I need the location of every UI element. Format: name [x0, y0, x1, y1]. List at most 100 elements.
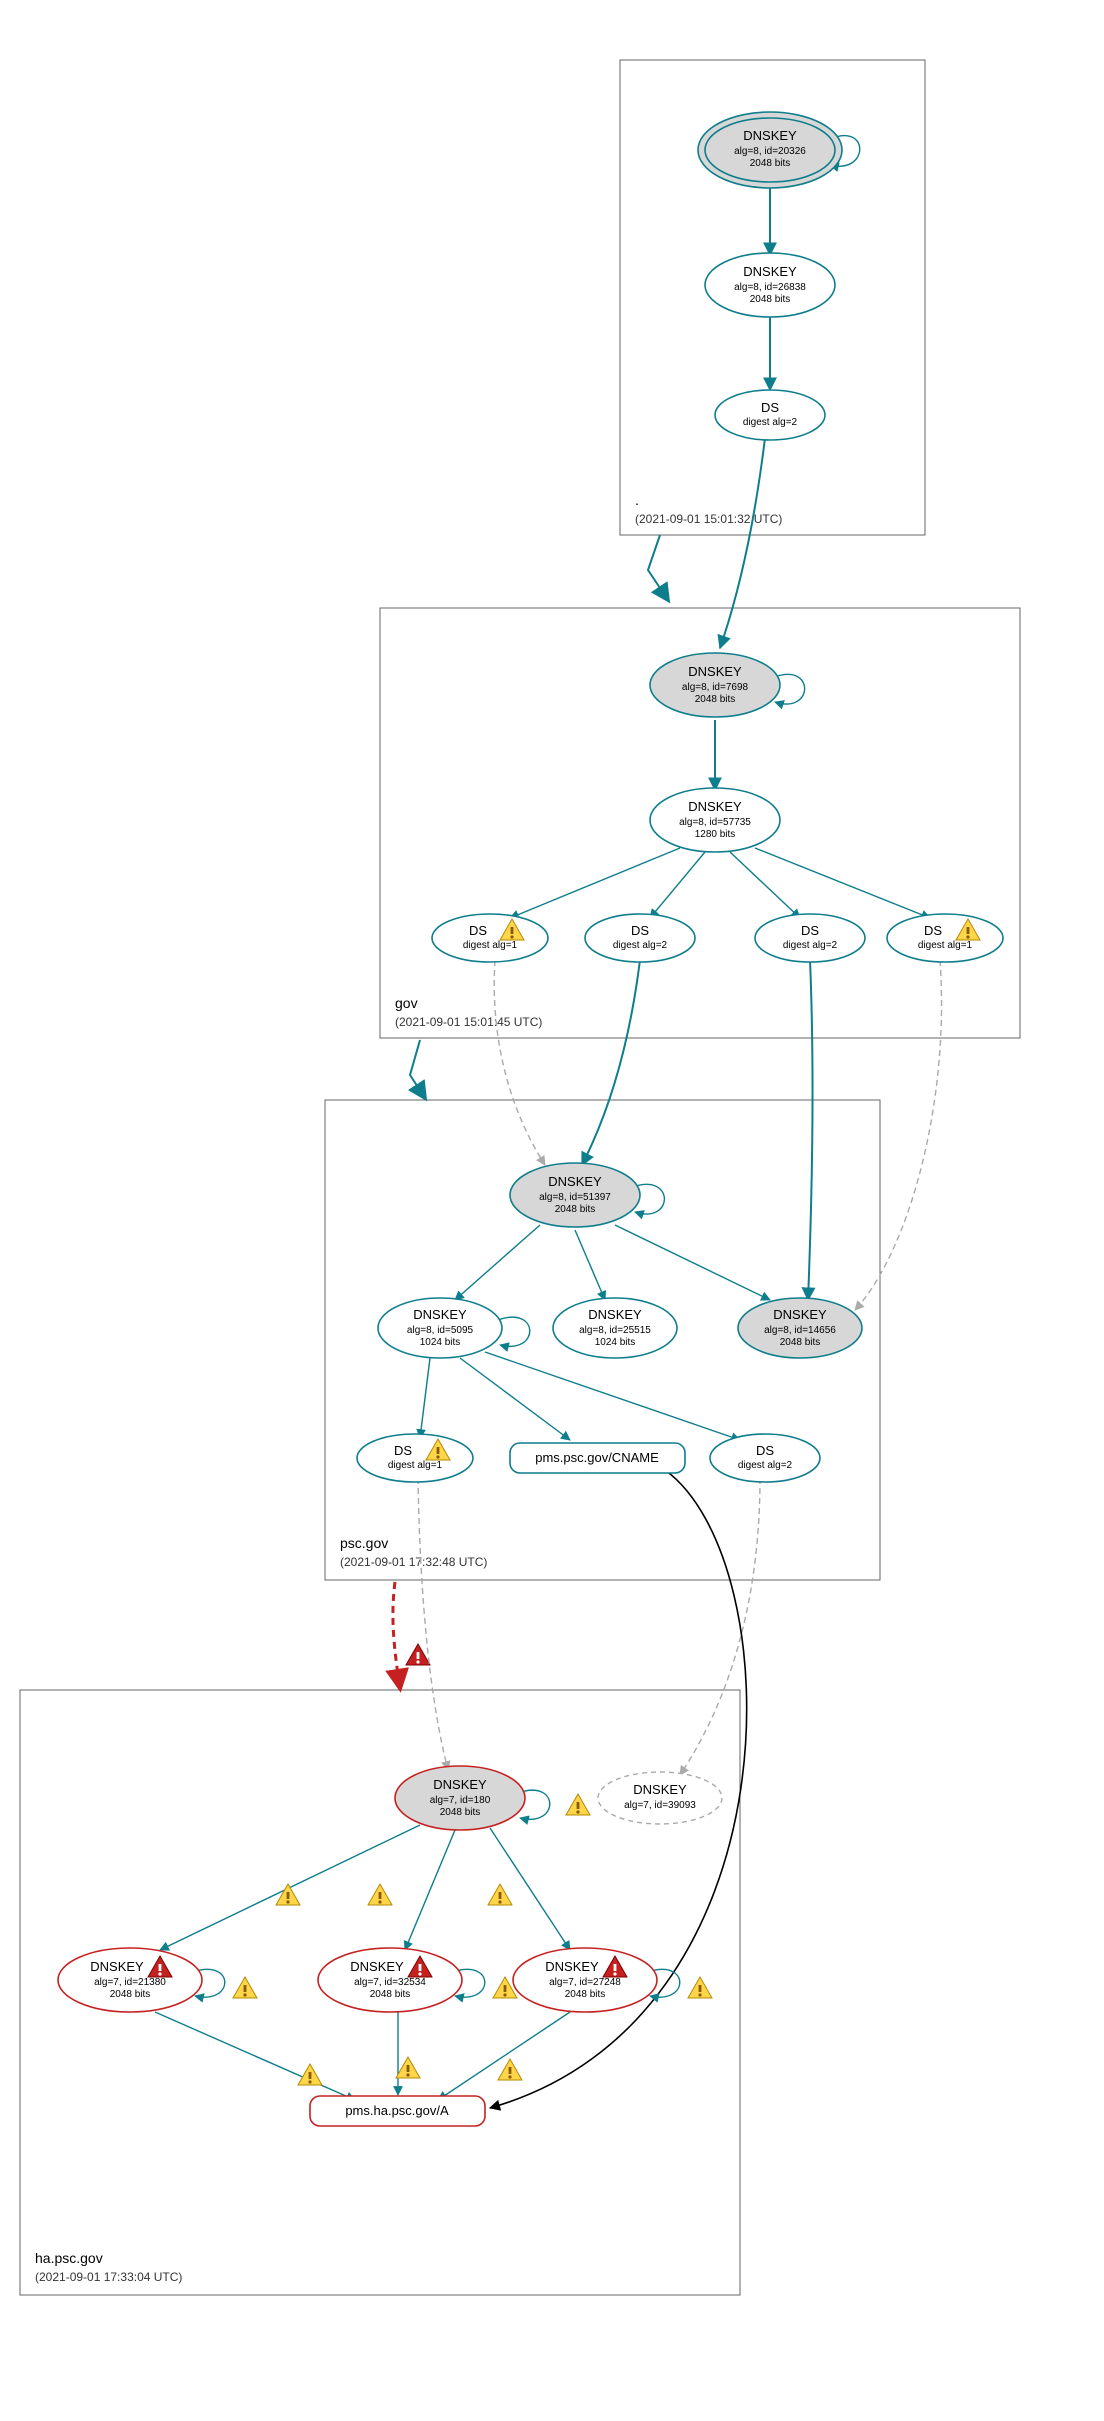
edge-root-to-gov: [648, 535, 668, 600]
node-psc-ksk: DNSKEY alg=8, id=51397 2048 bits: [510, 1163, 640, 1227]
edge-pscksk-zsk1: [455, 1225, 540, 1300]
edge-pscds2-hazskx: [680, 1478, 760, 1775]
warn-red-icon: [406, 1644, 430, 1665]
edge-psczsk1-ds2: [485, 1352, 740, 1440]
edge-gov-to-psc: [410, 1040, 425, 1098]
node-gov-ksk: DNSKEY alg=8, id=7698 2048 bits: [650, 653, 780, 717]
warn-icon: [233, 1977, 257, 1998]
node-psc-ds2: DS digest alg=2: [710, 1434, 820, 1482]
warn-icon: [498, 2059, 522, 2080]
node-ha-ksk: DNSKEY alg=7, id=180 2048 bits: [395, 1766, 525, 1830]
zone-gov-label: gov: [395, 995, 418, 1011]
svg-text:1280 bits: 1280 bits: [695, 829, 736, 840]
svg-text:DNSKEY: DNSKEY: [433, 1777, 487, 1792]
svg-text:DS: DS: [469, 923, 487, 938]
svg-text:2048 bits: 2048 bits: [750, 158, 791, 169]
edge-psc-to-ha: [393, 1582, 400, 1688]
svg-text:DS: DS: [801, 923, 819, 938]
warn-icon: [276, 1884, 300, 1905]
zone-ha-label: ha.psc.gov: [35, 2250, 103, 2266]
svg-text:alg=8, id=14656: alg=8, id=14656: [764, 1325, 836, 1336]
svg-text:2048 bits: 2048 bits: [780, 1337, 821, 1348]
node-psc-zsk1: DNSKEY alg=8, id=5095 1024 bits: [378, 1298, 502, 1358]
svg-text:alg=7, id=27248: alg=7, id=27248: [549, 1977, 621, 1988]
warn-icon: [396, 2057, 420, 2078]
edge-govds2-pscksk: [582, 960, 640, 1165]
edge-gov-zsk-ds1: [510, 848, 680, 918]
svg-text:digest alg=2: digest alg=2: [783, 940, 838, 951]
svg-text:DS: DS: [394, 1443, 412, 1458]
svg-text:DNSKEY: DNSKEY: [688, 799, 742, 814]
svg-text:DNSKEY: DNSKEY: [773, 1307, 827, 1322]
svg-text:digest alg=2: digest alg=2: [743, 417, 798, 428]
edge-pscds1-haksk: [418, 1478, 448, 1770]
zone-psc-label: psc.gov: [340, 1535, 388, 1551]
svg-text:alg=8, id=26838: alg=8, id=26838: [734, 282, 806, 293]
svg-text:DNSKEY: DNSKEY: [743, 128, 797, 143]
node-gov-zsk: DNSKEY alg=8, id=57735 1280 bits: [650, 788, 780, 852]
svg-text:DNSKEY: DNSKEY: [588, 1307, 642, 1322]
node-gov-ds1: DS digest alg=1: [432, 914, 548, 962]
zone-root-ts: (2021-09-01 15:01:32 UTC): [635, 512, 782, 526]
node-gov-ds4: DS digest alg=1: [887, 914, 1003, 962]
svg-text:2048 bits: 2048 bits: [750, 294, 791, 305]
warn-icon: [488, 1884, 512, 1905]
svg-text:1024 bits: 1024 bits: [595, 1337, 636, 1348]
edge-psczsk1-ds1: [420, 1358, 430, 1438]
svg-text:digest alg=1: digest alg=1: [463, 940, 518, 951]
svg-text:alg=7, id=21380: alg=7, id=21380: [94, 1977, 166, 1988]
node-psc-zsk2: DNSKEY alg=8, id=25515 1024 bits: [553, 1298, 677, 1358]
svg-text:2048 bits: 2048 bits: [370, 1989, 411, 2000]
edge-hazsk1-a: [155, 2012, 355, 2100]
zone-psc-ts: (2021-09-01 17:32:48 UTC): [340, 1555, 487, 1569]
svg-text:DS: DS: [756, 1443, 774, 1458]
node-root-ksk: DNSKEY alg=8, id=20326 2048 bits: [698, 112, 842, 188]
svg-text:2048 bits: 2048 bits: [440, 1807, 481, 1818]
svg-text:alg=8, id=25515: alg=8, id=25515: [579, 1325, 651, 1336]
edge-govds4-psczsk3: [855, 960, 942, 1310]
warn-icon: [298, 2064, 322, 2085]
node-psc-cname: pms.psc.gov/CNAME: [510, 1443, 685, 1473]
node-ha-zskx: DNSKEY alg=7, id=39093: [598, 1772, 722, 1824]
zone-gov-ts: (2021-09-01 15:01:45 UTC): [395, 1015, 542, 1029]
zone-root-label: .: [635, 492, 639, 508]
svg-text:2048 bits: 2048 bits: [110, 1989, 151, 2000]
edge-gov-zsk-ds2: [650, 852, 705, 918]
edge-pscksk-zsk3: [615, 1225, 770, 1300]
node-ha-zsk3: DNSKEY alg=7, id=27248 2048 bits: [513, 1948, 657, 2012]
svg-text:DNSKEY: DNSKEY: [90, 1959, 144, 1974]
node-ha-a: pms.ha.psc.gov/A: [310, 2096, 485, 2126]
node-psc-zsk3: DNSKEY alg=8, id=14656 2048 bits: [738, 1298, 862, 1358]
svg-text:alg=7, id=180: alg=7, id=180: [430, 1795, 491, 1806]
svg-text:digest alg=2: digest alg=2: [613, 940, 668, 951]
svg-text:DNSKEY: DNSKEY: [548, 1174, 602, 1189]
edge-govds1-pscksk: [494, 960, 545, 1165]
svg-text:DS: DS: [631, 923, 649, 938]
svg-text:DNSKEY: DNSKEY: [633, 1782, 687, 1797]
edge-psc-zsk1-self: [498, 1317, 530, 1346]
node-gov-ds2: DS digest alg=2: [585, 914, 695, 962]
svg-text:alg=8, id=51397: alg=8, id=51397: [539, 1192, 611, 1203]
svg-text:2048 bits: 2048 bits: [565, 1989, 606, 2000]
node-ha-zsk2: DNSKEY alg=7, id=32534 2048 bits: [318, 1948, 462, 2012]
edge-psczsk1-cname: [460, 1358, 570, 1440]
svg-text:alg=8, id=20326: alg=8, id=20326: [734, 146, 806, 157]
svg-text:DNSKEY: DNSKEY: [350, 1959, 404, 1974]
edge-haksk-zsk2: [405, 1830, 455, 1950]
node-ha-zsk1: DNSKEY alg=7, id=21380 2048 bits: [58, 1948, 202, 2012]
svg-text:alg=8, id=7698: alg=8, id=7698: [682, 682, 749, 693]
zone-ha-ts: (2021-09-01 17:33:04 UTC): [35, 2270, 182, 2284]
warn-icon: [368, 1884, 392, 1905]
edge-pscksk-zsk2: [575, 1230, 605, 1300]
svg-text:alg=7, id=39093: alg=7, id=39093: [624, 1800, 696, 1811]
warn-icon: [688, 1977, 712, 1998]
svg-text:DNSKEY: DNSKEY: [545, 1959, 599, 1974]
svg-text:alg=8, id=5095: alg=8, id=5095: [407, 1325, 474, 1336]
warn-icon: [566, 1794, 590, 1815]
svg-text:DNSKEY: DNSKEY: [743, 264, 797, 279]
edge-rootds-govksk: [720, 438, 765, 648]
edge-govds3-psczsk3: [808, 960, 813, 1300]
edge-hazsk3-a: [438, 2012, 570, 2100]
svg-text:pms.psc.gov/CNAME: pms.psc.gov/CNAME: [535, 1450, 659, 1465]
svg-text:DNSKEY: DNSKEY: [413, 1307, 467, 1322]
